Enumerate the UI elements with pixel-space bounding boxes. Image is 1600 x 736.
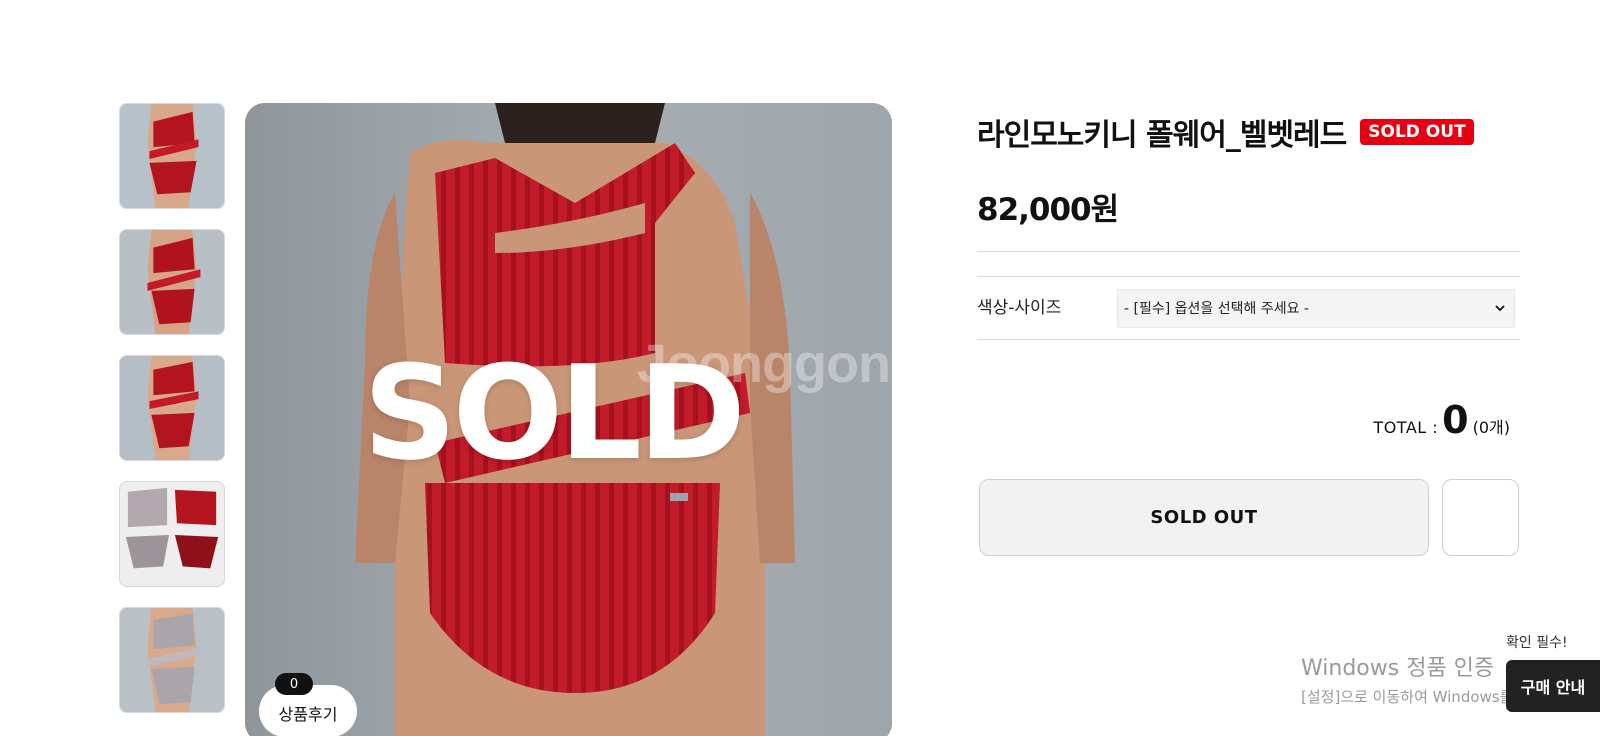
sold-overlay-text: SOLD bbox=[363, 337, 746, 489]
thumbnail-list bbox=[119, 103, 225, 733]
sold-out-button[interactable]: SOLD OUT bbox=[979, 479, 1429, 556]
total-label: TOTAL : bbox=[1373, 418, 1439, 437]
wishlist-button[interactable] bbox=[1442, 479, 1519, 556]
thumbnail-1[interactable] bbox=[119, 103, 225, 209]
sold-out-badge: SOLD OUT bbox=[1360, 119, 1474, 145]
thumbnail-photo-4 bbox=[120, 482, 224, 586]
option-select-value: - [필수] 옵션을 선택해 주세요 - bbox=[1124, 301, 1309, 317]
title-row: 라인모노키니 폴웨어_벨벳레드 SOLD OUT bbox=[977, 110, 1520, 154]
thumbnail-photo-1 bbox=[120, 104, 224, 208]
thumbnail-3[interactable] bbox=[119, 355, 225, 461]
main-product-image[interactable]: Joonggon SOLD 상품후기 0 bbox=[245, 103, 892, 736]
total-amount: 0 bbox=[1442, 398, 1469, 442]
product-title: 라인모노키니 폴웨어_벨벳레드 bbox=[977, 118, 1347, 153]
review-label: 상품후기 bbox=[278, 705, 338, 724]
thumbnail-2[interactable] bbox=[119, 229, 225, 335]
divider bbox=[977, 339, 1520, 340]
thumbnail-4[interactable] bbox=[119, 481, 225, 587]
confirm-tip: 확인 필수! bbox=[1506, 635, 1568, 651]
divider bbox=[977, 251, 1520, 252]
review-count-badge: 0 bbox=[275, 673, 313, 695]
total-row: TOTAL : 0 (0개) bbox=[1373, 398, 1510, 442]
thumbnail-photo-5 bbox=[120, 608, 224, 712]
thumbnail-5[interactable] bbox=[119, 607, 225, 713]
chevron-down-icon bbox=[1495, 305, 1505, 312]
product-info: 라인모노키니 폴웨어_벨벳레드 SOLD OUT 82,000원 색상-사이즈 … bbox=[977, 110, 1520, 556]
purchase-guide-button[interactable]: 구매 안내 bbox=[1506, 660, 1600, 712]
product-price: 82,000원 bbox=[977, 192, 1119, 228]
total-quantity: (0개) bbox=[1472, 418, 1510, 437]
option-select[interactable]: - [필수] 옵션을 선택해 주세요 - bbox=[1117, 288, 1515, 328]
thumbnail-photo-2 bbox=[120, 230, 224, 334]
option-label: 색상-사이즈 bbox=[977, 297, 1062, 318]
thumbnail-photo-3 bbox=[120, 356, 224, 460]
option-row: 색상-사이즈 - [필수] 옵션을 선택해 주세요 - bbox=[977, 277, 1520, 339]
buy-row: SOLD OUT bbox=[979, 479, 1519, 556]
